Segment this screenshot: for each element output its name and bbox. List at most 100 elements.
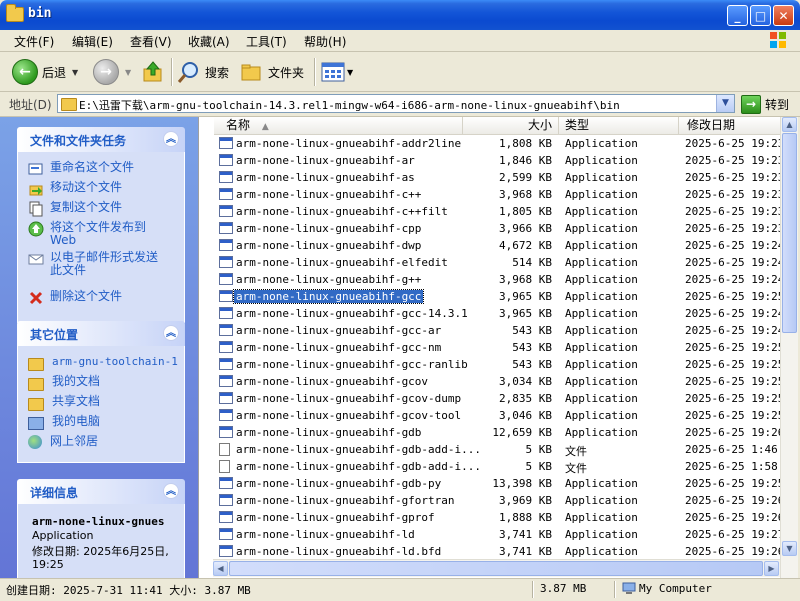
column-modified-label: 修改日期 bbox=[687, 118, 736, 132]
scroll-left-button[interactable]: ◀ bbox=[213, 561, 228, 576]
task-publish[interactable]: 将这个文件发布到 Web bbox=[28, 221, 158, 247]
place-toolchain-folder[interactable]: arm-gnu-toolchain-1 bbox=[28, 355, 178, 371]
task-delete[interactable]: 删除这个文件 bbox=[28, 290, 122, 306]
address-dropdown-icon[interactable]: ▼ bbox=[716, 95, 734, 112]
file-icon bbox=[219, 460, 230, 473]
file-row[interactable]: arm-none-linux-gnueabihf-gdb 12,659 KB App… bbox=[219, 424, 781, 441]
file-row[interactable]: arm-none-linux-gnueabihf-gcc-14.3.1 3,965… bbox=[219, 305, 781, 322]
file-row[interactable]: arm-none-linux-gnueabihf-cpp 3,966 KB Appl… bbox=[219, 220, 781, 237]
file-icon bbox=[219, 443, 230, 456]
collapse-chevron-icon[interactable]: ︽ bbox=[163, 325, 179, 341]
up-folder-button[interactable] bbox=[141, 58, 165, 86]
address-path: E:\迅雷下载\arm-gnu-toolchain-14.3.rel1-ming… bbox=[79, 99, 620, 112]
file-row[interactable]: arm-none-linux-gnueabihf-dwp 4,672 KB Appl… bbox=[219, 237, 781, 254]
menu-file[interactable]: 文件(F) bbox=[14, 33, 54, 50]
place-network[interactable]: 网上邻居 bbox=[28, 435, 98, 449]
file-row[interactable]: arm-none-linux-gnueabihf-g++ 3,968 KB Appl… bbox=[219, 271, 781, 288]
search-label: 搜索 bbox=[205, 65, 230, 80]
file-modified: 2025-6-25 19:24 bbox=[685, 239, 781, 252]
back-button[interactable]: ← 后退 ▼ bbox=[12, 58, 78, 86]
file-row[interactable]: arm-none-linux-gnueabihf-gdb-py 13,398 KB… bbox=[219, 475, 781, 492]
horizontal-scrollbar[interactable]: ◀ ▶ bbox=[213, 559, 780, 577]
file-row[interactable]: arm-none-linux-gnueabihf-gprof 1,888 KB Ap… bbox=[219, 509, 781, 526]
menu-help[interactable]: 帮助(H) bbox=[304, 33, 346, 50]
place-my-documents[interactable]: 我的文档 bbox=[28, 375, 100, 391]
search-button[interactable]: 搜索 bbox=[177, 58, 229, 86]
file-tasks-header[interactable]: 文件和文件夹任务 ︽ bbox=[17, 127, 185, 152]
windows-logo-icon bbox=[770, 32, 786, 48]
scroll-down-button[interactable]: ▼ bbox=[782, 541, 797, 556]
task-publish-label: 将这个文件发布到 Web bbox=[50, 220, 147, 247]
file-modified: 2025-6-25 19:23 bbox=[685, 171, 781, 184]
task-email[interactable]: 以电子邮件形式发送此文件 bbox=[28, 251, 168, 277]
details-header[interactable]: 详细信息 ︽ bbox=[17, 479, 185, 504]
place-my-computer[interactable]: 我的电脑 bbox=[28, 415, 100, 430]
file-row[interactable]: arm-none-linux-gnueabihf-gcc-nm 543 KB App… bbox=[219, 339, 781, 356]
file-row[interactable]: arm-none-linux-gnueabihf-as 2,599 KB Appli… bbox=[219, 169, 781, 186]
file-row[interactable]: arm-none-linux-gnueabihf-gcc-ranlib 543 K… bbox=[219, 356, 781, 373]
title-bar[interactable]: bin _ □ ✕ bbox=[0, 0, 800, 30]
file-modified: 2025-6-25 19:26 bbox=[685, 426, 781, 439]
task-pane: 文件和文件夹任务 ︽ 重命名这个文件 移动这个文件 复制这个文件 将这个文件发布… bbox=[0, 117, 198, 579]
column-size[interactable]: 大小 bbox=[463, 117, 559, 134]
menu-edit[interactable]: 编辑(E) bbox=[72, 33, 113, 50]
details-filename: arm-none-linux-gnues bbox=[32, 515, 165, 528]
menu-view[interactable]: 查看(V) bbox=[130, 33, 172, 50]
forward-button[interactable]: → ▼ bbox=[93, 58, 131, 86]
column-name-label: 名称 bbox=[226, 118, 251, 132]
forward-dropdown-icon[interactable]: ▼ bbox=[125, 68, 131, 77]
file-type: Application bbox=[565, 358, 638, 371]
minimize-button[interactable]: _ bbox=[727, 5, 748, 26]
collapse-chevron-icon[interactable]: ︽ bbox=[163, 483, 179, 499]
menu-favorites[interactable]: 收藏(A) bbox=[188, 33, 230, 50]
file-size: 543 KB bbox=[512, 341, 552, 354]
close-button[interactable]: ✕ bbox=[773, 5, 794, 26]
file-row[interactable]: arm-none-linux-gnueabihf-ar 1,846 KB Appli… bbox=[219, 152, 781, 169]
go-button[interactable]: → 转到 bbox=[741, 95, 789, 114]
file-row[interactable]: arm-none-linux-gnueabihf-gdb-add-i... 5 K… bbox=[219, 458, 781, 475]
file-row[interactable]: arm-none-linux-gnueabihf-ld 3,741 KB Appli… bbox=[219, 526, 781, 543]
scroll-thumb[interactable] bbox=[229, 561, 763, 576]
file-modified: 2025-6-25 19:23 bbox=[685, 137, 781, 150]
file-modified: 2025-6-25 19:24 bbox=[685, 307, 781, 320]
maximize-button[interactable]: □ bbox=[750, 5, 771, 26]
column-modified[interactable]: 修改日期 bbox=[679, 117, 781, 134]
file-row[interactable]: arm-none-linux-gnueabihf-gcc-ar 543 KB App… bbox=[219, 322, 781, 339]
details-filetype: Application bbox=[32, 529, 94, 542]
file-row[interactable]: arm-none-linux-gnueabihf-c++ 3,968 KB Appl… bbox=[219, 186, 781, 203]
file-name: arm-none-linux-gnueabihf-gcc-ar bbox=[236, 324, 442, 337]
file-row[interactable]: arm-none-linux-gnueabihf-gcov-tool 3,046 … bbox=[219, 407, 781, 424]
address-input[interactable]: E:\迅雷下载\arm-gnu-toolchain-14.3.rel1-ming… bbox=[57, 94, 735, 113]
views-button[interactable]: ▼ bbox=[321, 58, 353, 86]
column-name[interactable]: 名称 ▲ bbox=[214, 117, 463, 134]
file-row[interactable]: arm-none-linux-gnueabihf-gcc 3,965 KB Appl… bbox=[219, 288, 781, 305]
back-dropdown-icon[interactable]: ▼ bbox=[72, 68, 78, 77]
file-row[interactable]: arm-none-linux-gnueabihf-gcov 3,034 KB App… bbox=[219, 373, 781, 390]
file-modified: 2025-6-25 19:23 bbox=[685, 188, 781, 201]
back-label: 后退 bbox=[42, 65, 67, 80]
address-label: 地址(D) bbox=[9, 98, 52, 112]
scroll-right-button[interactable]: ▶ bbox=[764, 561, 779, 576]
folders-label: 文件夹 bbox=[268, 65, 305, 80]
menu-tools[interactable]: 工具(T) bbox=[246, 33, 287, 50]
scroll-thumb[interactable] bbox=[782, 133, 797, 333]
file-row[interactable]: arm-none-linux-gnueabihf-c++filt 1,805 KB… bbox=[219, 203, 781, 220]
column-type[interactable]: 类型 bbox=[559, 117, 679, 134]
scroll-up-button[interactable]: ▲ bbox=[782, 117, 797, 132]
vertical-scrollbar[interactable]: ▲ ▼ bbox=[780, 117, 798, 578]
file-row[interactable]: arm-none-linux-gnueabihf-gfortran 3,969 K… bbox=[219, 492, 781, 509]
task-copy[interactable]: 复制这个文件 bbox=[28, 201, 122, 217]
file-row[interactable]: arm-none-linux-gnueabihf-ld.bfd 3,741 KB A… bbox=[219, 543, 781, 559]
file-row[interactable]: arm-none-linux-gnueabihf-gcov-dump 2,835 … bbox=[219, 390, 781, 407]
other-places-header[interactable]: 其它位置 ︽ bbox=[17, 321, 185, 346]
file-row[interactable]: arm-none-linux-gnueabihf-addr2line 1,808 … bbox=[219, 135, 781, 152]
collapse-chevron-icon[interactable]: ︽ bbox=[163, 131, 179, 147]
task-move[interactable]: 移动这个文件 bbox=[28, 181, 122, 197]
file-type: Application bbox=[565, 528, 638, 541]
place-shared-documents[interactable]: 共享文档 bbox=[28, 395, 100, 411]
task-rename[interactable]: 重命名这个文件 bbox=[28, 161, 134, 177]
folders-button[interactable]: 文件夹 bbox=[240, 58, 304, 86]
file-row[interactable]: arm-none-linux-gnueabihf-gdb-add-i... 5 K… bbox=[219, 441, 781, 458]
file-type: Application bbox=[565, 545, 638, 558]
file-row[interactable]: arm-none-linux-gnueabihf-elfedit 514 KB Ap… bbox=[219, 254, 781, 271]
